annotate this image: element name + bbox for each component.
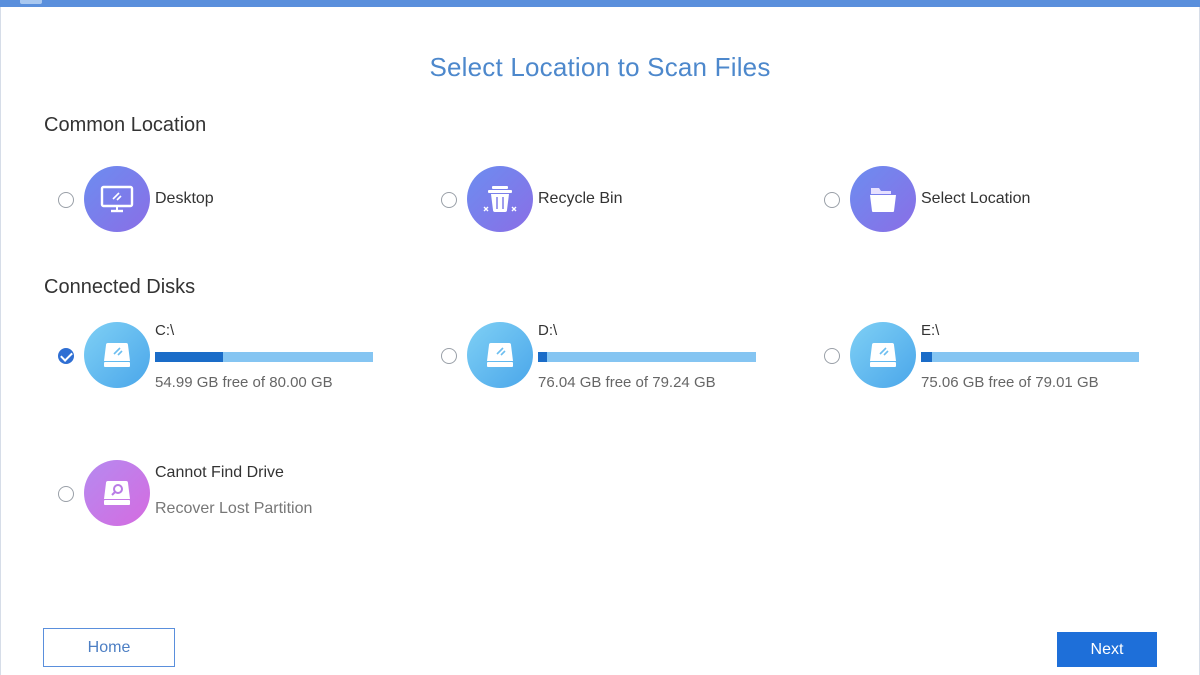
window-top-bar xyxy=(0,0,1200,7)
hard-drive-icon xyxy=(850,322,916,388)
disk-c-free-space: 54.99 GB free of 80.00 GB xyxy=(155,374,333,391)
select-location-radio[interactable] xyxy=(824,192,840,208)
disk-c-usage-bar xyxy=(155,352,373,362)
disk-d-usage-bar xyxy=(538,352,756,362)
recycle-bin-icon xyxy=(467,166,533,232)
folder-icon xyxy=(850,166,916,232)
disk-c[interactable]: C:\ 54.99 GB free of 80.00 GB xyxy=(58,322,418,392)
monitor-icon xyxy=(84,166,150,232)
location-recycle-bin[interactable]: Recycle Bin xyxy=(441,166,801,236)
hard-drive-icon xyxy=(467,322,533,388)
lost-partition-title: Cannot Find Drive xyxy=(155,464,284,481)
disk-e-usage-fill xyxy=(921,352,932,362)
common-location-heading: Common Location xyxy=(44,114,207,136)
disk-e-free-space: 75.06 GB free of 79.01 GB xyxy=(921,374,1099,391)
disk-d-usage-fill xyxy=(538,352,547,362)
lost-partition-subtitle: Recover Lost Partition xyxy=(155,500,313,517)
location-desktop[interactable]: Desktop xyxy=(58,166,418,236)
desktop-radio[interactable] xyxy=(58,192,74,208)
lost-partition-option[interactable]: Cannot Find Drive Recover Lost Partition xyxy=(58,460,418,530)
disk-e-radio[interactable] xyxy=(824,348,840,364)
disk-c-name: C:\ xyxy=(155,322,175,339)
page-title: Select Location to Scan Files xyxy=(429,52,771,82)
disk-d-name: D:\ xyxy=(538,322,558,339)
disk-e-usage-bar xyxy=(921,352,1139,362)
disk-d[interactable]: D:\ 76.04 GB free of 79.24 GB xyxy=(441,322,801,392)
recycle-bin-radio[interactable] xyxy=(441,192,457,208)
app-icon xyxy=(20,0,42,4)
home-button[interactable]: Home xyxy=(43,628,175,667)
disk-e[interactable]: E:\ 75.06 GB free of 79.01 GB xyxy=(824,322,1184,392)
hard-drive-icon xyxy=(84,322,150,388)
next-button[interactable]: Next xyxy=(1057,632,1157,667)
location-select[interactable]: Select Location xyxy=(824,166,1184,236)
drive-search-icon xyxy=(84,460,150,526)
lost-partition-radio[interactable] xyxy=(58,486,74,502)
disk-c-radio[interactable] xyxy=(58,348,74,364)
select-location-label: Select Location xyxy=(921,190,1031,207)
desktop-label: Desktop xyxy=(155,190,214,207)
disk-c-usage-fill xyxy=(155,352,223,362)
disk-e-name: E:\ xyxy=(921,322,940,339)
connected-disks-heading: Connected Disks xyxy=(44,276,196,298)
disk-d-radio[interactable] xyxy=(441,348,457,364)
recycle-bin-label: Recycle Bin xyxy=(538,190,623,207)
disk-d-free-space: 76.04 GB free of 79.24 GB xyxy=(538,374,716,391)
